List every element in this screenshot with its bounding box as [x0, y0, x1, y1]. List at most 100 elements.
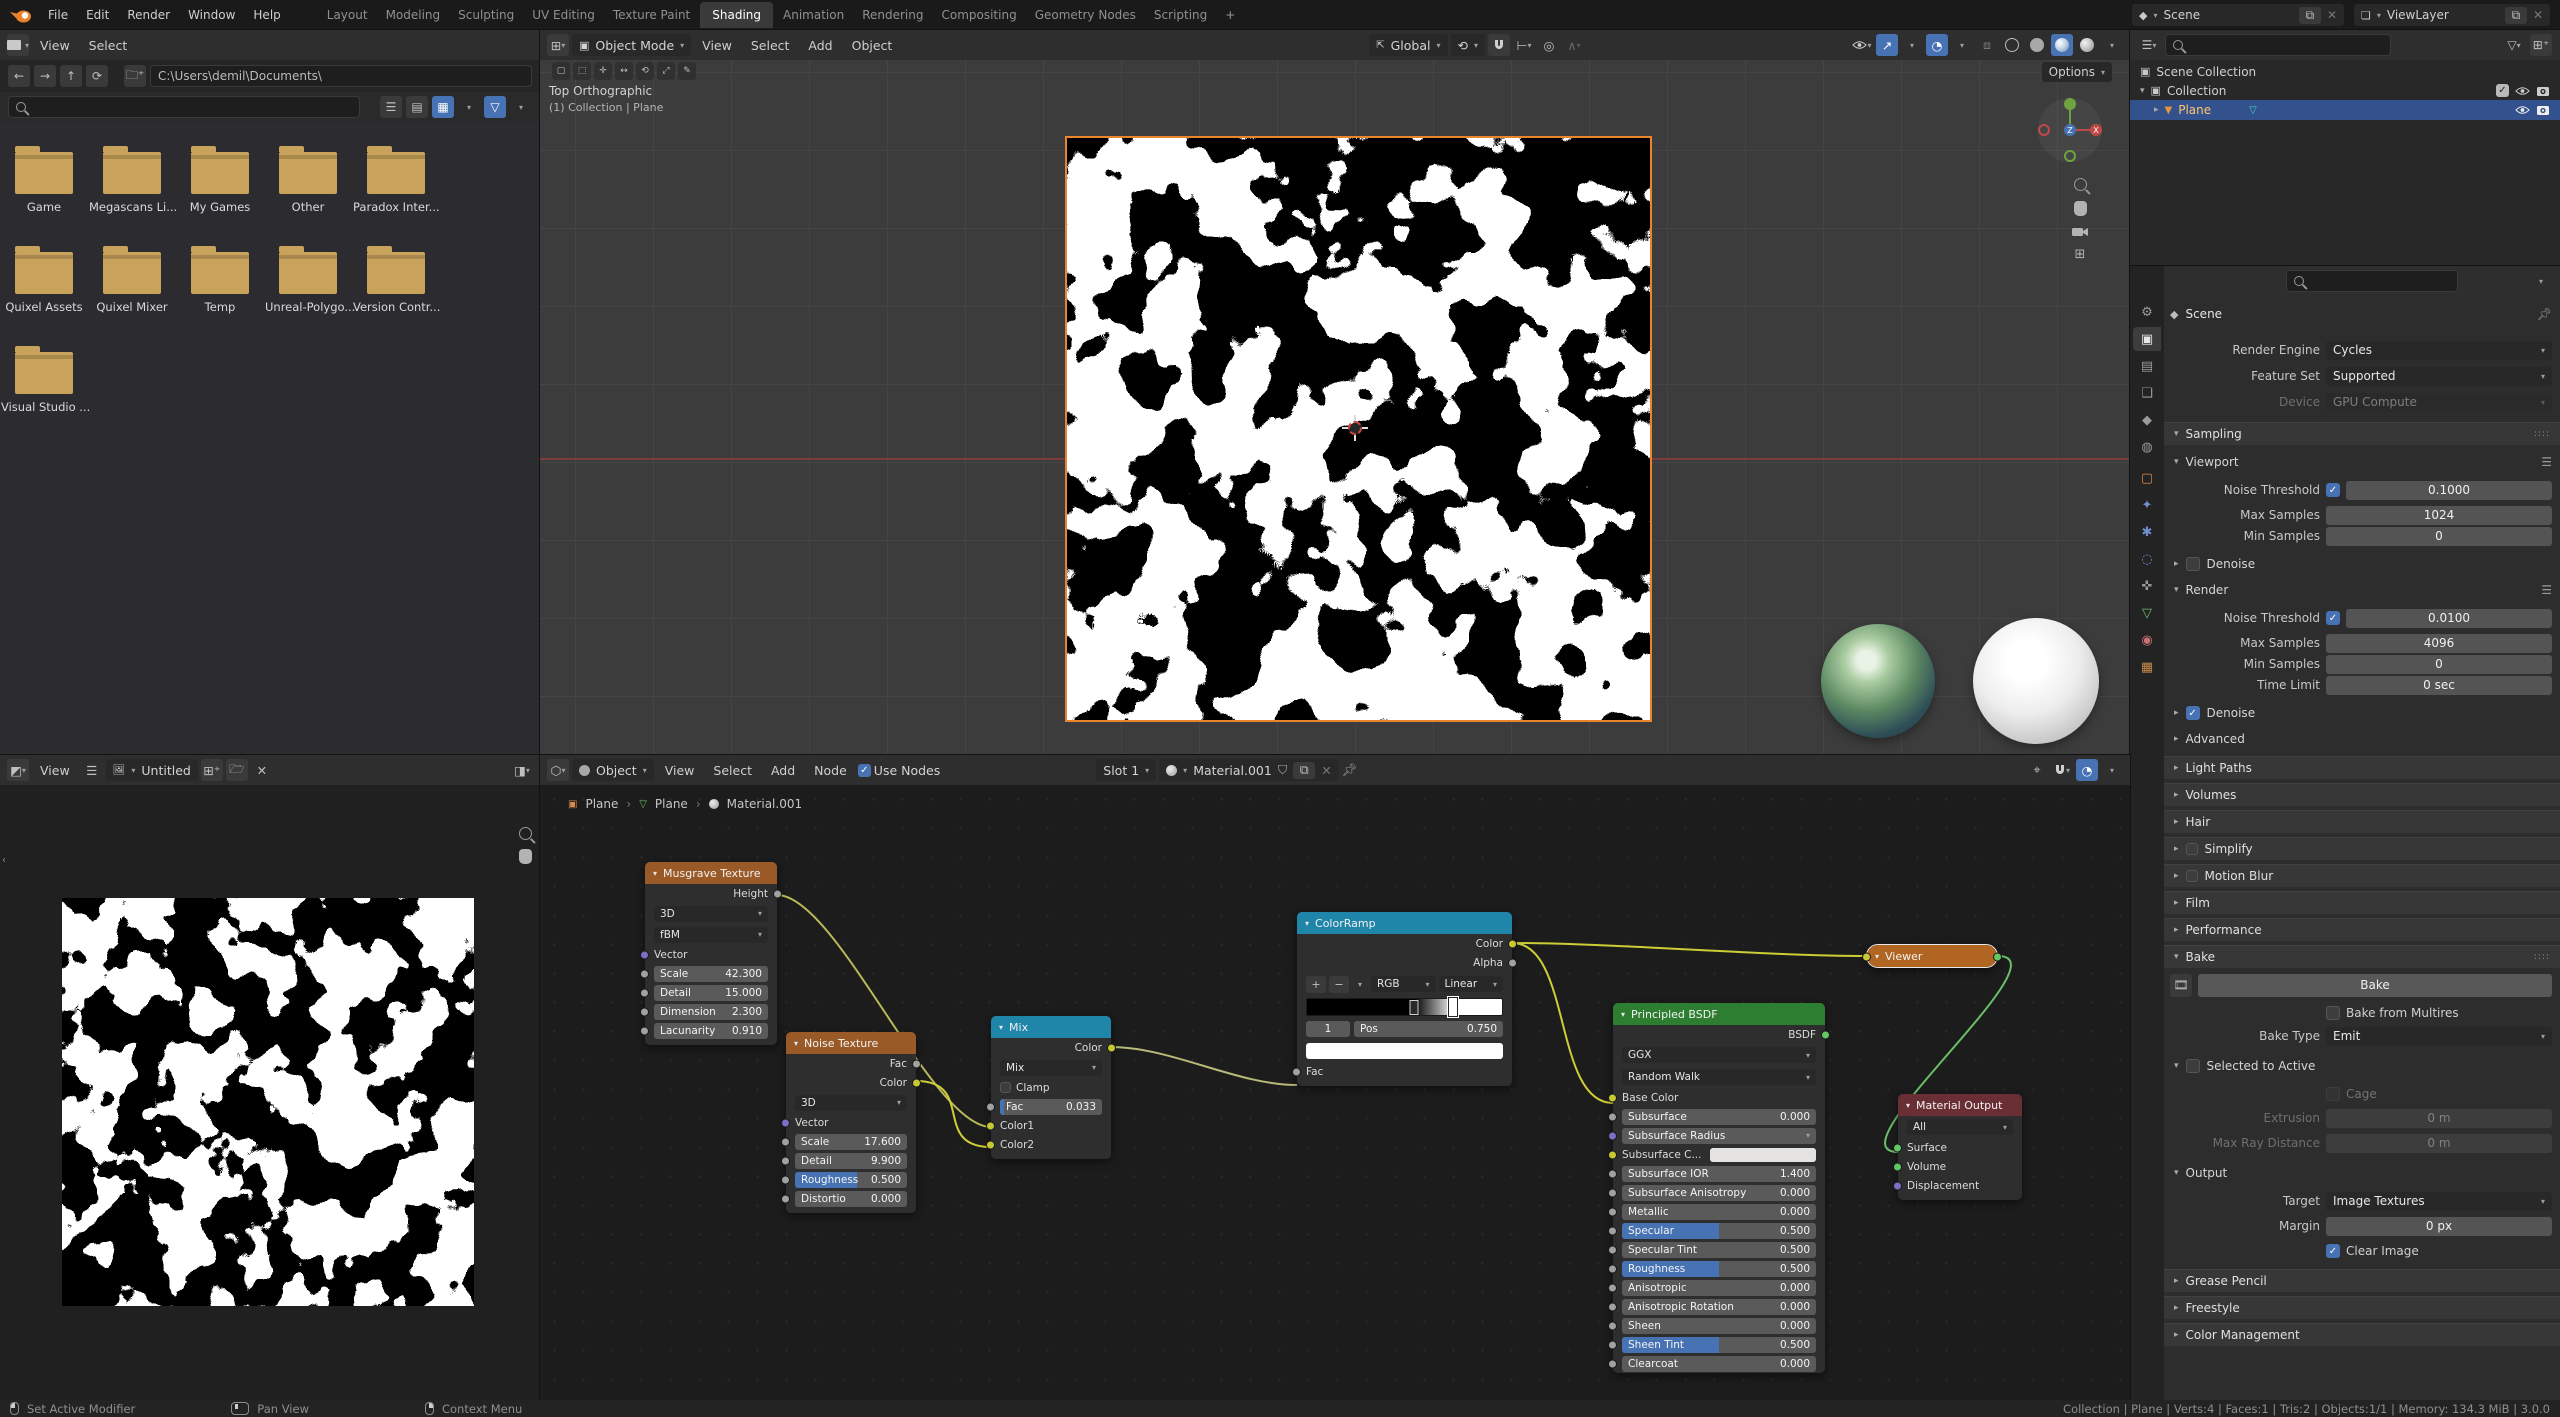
socket-surface-in[interactable] [1893, 1143, 1902, 1152]
tab-constraint-properties[interactable]: ✜ [2133, 574, 2161, 598]
tab-material-properties[interactable]: ◉ [2133, 628, 2161, 652]
scale-slider[interactable]: Scale42.300 [654, 966, 768, 982]
open-image-icon[interactable]: 🗁︎ [226, 759, 248, 781]
socket-displacement-in[interactable] [1893, 1181, 1902, 1190]
node-header[interactable]: ▾Mix [991, 1016, 1111, 1038]
gradient-stop-2-selected[interactable] [1448, 997, 1458, 1017]
proportional-falloff-dropdown[interactable]: ∧▾ [1563, 34, 1585, 56]
folder-item[interactable]: Megascans Li... [89, 152, 175, 214]
node-header[interactable]: ▾Principled BSDF [1613, 1003, 1825, 1025]
tool-cursor-icon[interactable]: ✛ [594, 62, 612, 80]
shader-menu-select[interactable]: Select [705, 760, 760, 781]
transform-orientation-dropdown[interactable]: ⇱ Global▾ [1369, 34, 1447, 56]
stop-position-slider[interactable]: Pos0.750 [1354, 1021, 1503, 1037]
render-noise-threshold-field[interactable]: 0.0100 [2346, 609, 2552, 628]
menu-edit[interactable]: Edit [78, 5, 117, 25]
zoom-icon[interactable] [519, 827, 532, 840]
file-menu-select[interactable]: Select [81, 35, 136, 56]
socket-height-out[interactable] [773, 889, 782, 898]
shader-menu-add[interactable]: Add [763, 760, 803, 781]
folder-item[interactable]: Quixel Mixer [89, 252, 175, 314]
socket-color-out[interactable] [1508, 939, 1517, 948]
socket-color-out[interactable] [1107, 1043, 1116, 1052]
dimensions-dropdown[interactable]: 3D▾ [654, 906, 768, 922]
node-mix[interactable]: ▾Mix Color Mix▾ Clamp Fac0.033 Color1 Co… [991, 1016, 1111, 1159]
roughness-slider[interactable]: Roughness0.500 [795, 1172, 907, 1188]
socket-sheen-in[interactable] [1608, 1321, 1617, 1330]
bake-type-dropdown[interactable]: Emit▾ [2326, 1027, 2552, 1046]
gradient-bar[interactable] [1306, 998, 1503, 1016]
time-limit-field[interactable]: 0 sec [2326, 676, 2552, 695]
filter-icon[interactable]: ▽ [484, 96, 506, 118]
panel-grease-pencil[interactable]: ▸Grease Pencil [2164, 1269, 2560, 1292]
shading-dropdown[interactable]: ▾ [2101, 34, 2123, 56]
filter-settings-dropdown[interactable]: ▾ [510, 96, 532, 118]
node-header[interactable]: ▾ColorRamp [1297, 912, 1512, 934]
viewport-denoise-checkbox[interactable] [2186, 557, 2200, 571]
node-principled-bsdf[interactable]: ▾Principled BSDF BSDF GGX▾ Random Walk▾ … [1613, 1003, 1825, 1373]
simplify-checkbox[interactable] [2186, 843, 2198, 855]
toggle-xray-icon[interactable]: ⧈ [1976, 34, 1998, 56]
panel-hair[interactable]: ▸Hair [2164, 810, 2560, 833]
fake-user-shield-icon[interactable]: ⛉ [1278, 762, 1287, 778]
specular-slider[interactable]: Specular0.500 [1622, 1223, 1816, 1239]
node-colorramp[interactable]: ▾ColorRamp Color Alpha + − ▾ RGB▾ Linear… [1297, 912, 1512, 1086]
lacunarity-slider[interactable]: Lacunarity0.910 [654, 1023, 768, 1039]
socket-fac-out[interactable] [912, 1059, 921, 1068]
blender-logo-icon[interactable] [10, 8, 32, 23]
node-header[interactable]: ▾Noise Texture [786, 1032, 916, 1054]
panel-film[interactable]: ▸Film [2164, 891, 2560, 914]
up-icon[interactable]: ↑ [60, 65, 82, 87]
tab-render-properties-active[interactable]: ▣ [2133, 327, 2161, 351]
socket-subsurface-ior-in[interactable] [1608, 1169, 1617, 1178]
tab-output-properties[interactable]: ▤ [2133, 354, 2161, 378]
file-search-input[interactable] [8, 96, 360, 118]
tab-scripting[interactable]: Scripting [1146, 5, 1215, 25]
tab-rendering[interactable]: Rendering [854, 5, 931, 25]
socket-metallic-in[interactable] [1608, 1207, 1617, 1216]
subpanel-bake-output[interactable]: ▾Output [2174, 1163, 2552, 1183]
distribution-dropdown[interactable]: GGX▾ [1622, 1047, 1816, 1063]
socket-scale-in[interactable] [640, 969, 649, 978]
expand-icon[interactable]: ▾ [2140, 86, 2145, 96]
socket-volume-in[interactable] [1893, 1162, 1902, 1171]
tool-annotate-icon[interactable]: ✎ [678, 62, 696, 80]
ramp-options-dropdown[interactable]: ▾ [1352, 976, 1368, 993]
shading-rendered-icon[interactable] [2076, 34, 2098, 56]
tab-world-properties[interactable]: ◍ [2133, 435, 2161, 459]
scene-selector[interactable]: ◆▾ Scene ⧉ ✕ [2132, 4, 2344, 26]
stop-index-field[interactable]: 1 [1306, 1021, 1350, 1037]
zoom-icon[interactable] [2074, 178, 2087, 191]
viewport-menu-view[interactable]: View [694, 35, 740, 56]
dimension-slider[interactable]: Dimension2.300 [654, 1004, 768, 1020]
detail-slider[interactable]: Detail9.900 [795, 1153, 907, 1169]
specular-tint-slider[interactable]: Specular Tint0.500 [1622, 1242, 1816, 1258]
socket-subsurface-radius-in[interactable] [1608, 1131, 1617, 1140]
tab-object-properties[interactable]: ▢ [2133, 466, 2161, 490]
interpolation-dropdown[interactable]: Linear▾ [1439, 976, 1504, 992]
show-gizmo-icon[interactable]: ↗ [1876, 34, 1898, 56]
render-min-samples-field[interactable]: 0 [2326, 655, 2552, 674]
clearcoat-slider[interactable]: Clearcoat0.000 [1622, 1356, 1816, 1372]
editor-type-image-icon[interactable]: ◩▾ [7, 759, 29, 781]
tab-object-data-properties[interactable]: ▽ [2133, 601, 2161, 625]
subsurface-ior-slider[interactable]: Subsurface IOR1.400 [1622, 1166, 1816, 1182]
socket-color-out[interactable] [912, 1078, 921, 1087]
color-mode-dropdown[interactable]: RGB▾ [1371, 976, 1436, 992]
stop-color-swatch[interactable] [1306, 1043, 1503, 1059]
node-noise-texture[interactable]: ▾Noise Texture Fac Color 3D▾ Vector Scal… [786, 1032, 916, 1213]
fac-slider[interactable]: Fac0.033 [1000, 1099, 1102, 1115]
disable-in-renders-camera-icon[interactable] [2536, 105, 2550, 115]
breadcrumb-material[interactable]: Material.001 [727, 797, 802, 811]
node-material-output[interactable]: ▾Material Output All▾ Surface Volume Dis… [1898, 1094, 2022, 1200]
image-canvas[interactable]: ‹ [0, 785, 540, 1400]
node-snap-magnet-icon[interactable]: ▾ [2051, 759, 2073, 781]
folder-item[interactable]: Quixel Assets [1, 252, 87, 314]
node-overlays-icon[interactable]: ◔ [2076, 759, 2098, 781]
socket-color1-in[interactable] [986, 1121, 995, 1130]
socket-base-color-in[interactable] [1608, 1093, 1617, 1102]
bake-film-icon[interactable]: 🎞︎ [2170, 974, 2192, 997]
material-slot-dropdown[interactable]: Slot 1▾ [1096, 759, 1156, 781]
socket-alpha-out[interactable] [1508, 958, 1517, 967]
tab-texture-paint[interactable]: Texture Paint [605, 5, 698, 25]
